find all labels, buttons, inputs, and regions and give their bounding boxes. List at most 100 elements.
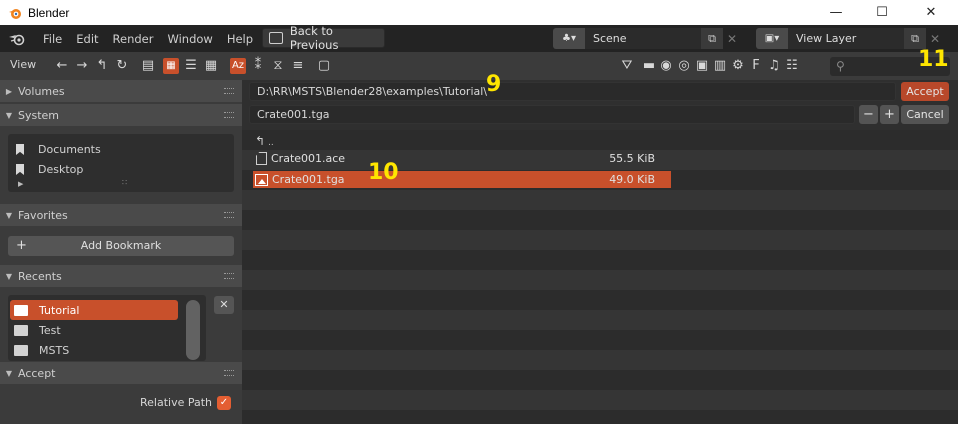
blender-menu-icon[interactable] (8, 31, 30, 47)
list-item[interactable]: Test (14, 324, 61, 337)
bookmark-icon (16, 164, 24, 175)
directory-path-input[interactable]: D:\RR\MSTS\Blender28\examples\Tutorial\ (249, 82, 896, 101)
recents-label: Recents (18, 269, 62, 283)
filter-blend-icon[interactable]: ◉ (658, 58, 674, 74)
panel-header-accept[interactable]: ▼ Accept (0, 362, 242, 384)
menu-window[interactable]: Window (160, 29, 219, 49)
minimize-button[interactable]: — (813, 0, 859, 25)
panel-header-recents[interactable]: ▼ Recents (0, 265, 242, 287)
sort-ext-icon[interactable]: ⁑ (250, 58, 266, 74)
parent-dir-icon[interactable]: ↰ (94, 58, 110, 74)
remove-recent-button[interactable]: ✕ (214, 296, 234, 314)
add-bookmark-label: Add Bookmark (80, 239, 162, 252)
decrement-filename-button[interactable]: − (859, 105, 878, 124)
filter-script-icon[interactable]: ⚙ (730, 58, 746, 74)
menu-help[interactable]: Help (220, 29, 260, 49)
bookmark-label: Desktop (38, 163, 84, 176)
file-size: 49.0 KiB (609, 173, 655, 186)
parent-dir-label: .. (268, 138, 274, 148)
list-item[interactable]: Documents (16, 143, 101, 156)
filter-text-icon[interactable]: ☷ (784, 58, 800, 74)
file-name: Crate001.tga (272, 173, 345, 186)
filter-icon[interactable]: ⛛ (619, 58, 635, 74)
new-view-layer-icon[interactable]: ⧉ (904, 28, 926, 49)
relative-path-checkbox[interactable]: ✓ (217, 396, 231, 410)
drag-handle-icon[interactable] (224, 212, 234, 218)
scene-selector: ♣▾ Scene ⧉ ✕ (553, 28, 741, 49)
filename-input[interactable]: Crate001.tga (249, 105, 855, 124)
add-bookmark-button[interactable]: + Add Bookmark (8, 236, 234, 256)
increment-filename-button[interactable]: + (880, 105, 899, 124)
menu-render[interactable]: Render (106, 29, 161, 49)
list-item[interactable]: Crate001.tga 49.0 KiB (253, 171, 671, 188)
panel-header-volumes[interactable]: ▶ Volumes (0, 80, 242, 102)
table-row (242, 370, 958, 390)
list-item[interactable]: Tutorial (14, 304, 79, 317)
view-menu[interactable]: View (10, 58, 36, 71)
back-to-previous-button[interactable]: Back to Previous (262, 24, 385, 52)
list-item[interactable]: Desktop (16, 163, 83, 176)
short-list-icon[interactable]: ☰ (183, 58, 199, 74)
filter-image-icon[interactable]: ▣ (694, 58, 710, 74)
table-row (242, 210, 958, 230)
cancel-button[interactable]: Cancel (901, 105, 949, 124)
folder-icon (14, 305, 28, 316)
long-list-icon[interactable]: ▦ (203, 58, 219, 74)
menu-file[interactable]: File (36, 29, 69, 49)
thumbnails-icon[interactable]: ▦ (163, 58, 179, 74)
blender-logo-icon (9, 8, 21, 19)
panel-header-system[interactable]: ▼ System (0, 104, 242, 126)
file-name: Crate001.ace (271, 152, 346, 165)
table-row (242, 390, 958, 410)
view-layer-dropdown-icon[interactable]: ▣▾ (756, 28, 788, 49)
maximize-button[interactable]: ☐ (859, 0, 905, 25)
arrow-right-icon[interactable]: → (74, 58, 90, 74)
scene-dropdown-icon[interactable]: ♣▾ (553, 28, 585, 49)
accept-button[interactable]: Accept (901, 82, 949, 101)
panel-header-favorites[interactable]: ▼ Favorites (0, 204, 242, 226)
table-row (242, 310, 958, 330)
file-icon (256, 152, 267, 165)
recents-scrollbar[interactable] (186, 300, 200, 360)
parent-dir-icon: ↰ (255, 134, 266, 148)
new-folder-icon[interactable]: ▤ (140, 58, 156, 74)
close-window-button[interactable]: ✕ (908, 0, 954, 25)
hidden-files-icon[interactable]: ▢ (316, 58, 332, 74)
table-row (242, 330, 958, 350)
new-scene-icon[interactable]: ⧉ (701, 28, 723, 49)
table-row (242, 230, 958, 250)
parent-directory-row[interactable]: ↰.. (255, 134, 274, 148)
filter-movie-icon[interactable]: ▥ (712, 58, 728, 74)
drag-handle-icon[interactable] (224, 88, 234, 94)
view-layer-name-field[interactable]: View Layer (788, 28, 904, 49)
refresh-icon[interactable]: ↻ (114, 58, 130, 74)
table-row (242, 250, 958, 270)
delete-scene-icon[interactable]: ✕ (723, 28, 741, 49)
expanded-triangle-icon: ▼ (5, 110, 13, 120)
filter-backup-icon[interactable]: ◎ (676, 58, 692, 74)
table-row (242, 410, 958, 424)
sort-time-icon[interactable]: ⧖ (270, 58, 286, 74)
recent-label: Tutorial (39, 304, 80, 317)
plus-icon: + (16, 238, 27, 253)
drag-handle-icon[interactable] (224, 273, 234, 279)
drag-handle-icon[interactable] (224, 370, 234, 376)
folder-icon (14, 325, 28, 336)
system-bookmark-list: Documents Desktop ▶ ∷ (8, 134, 234, 192)
filter-folder-icon[interactable]: ▬ (641, 58, 657, 74)
arrow-left-icon[interactable]: ← (54, 58, 70, 74)
sort-alpha-icon[interactable]: Az (230, 58, 246, 74)
menu-edit[interactable]: Edit (69, 29, 105, 49)
resize-grip-icon[interactable]: ∷ (122, 178, 127, 187)
sort-size-icon[interactable]: ≡ (290, 58, 306, 74)
list-item[interactable]: MSTS (14, 344, 69, 357)
filter-font-icon[interactable]: F (748, 58, 764, 74)
drag-handle-icon[interactable] (224, 112, 234, 118)
list-item[interactable]: Crate001.ace 55.5 KiB (253, 150, 671, 167)
filter-sound-icon[interactable]: ♫ (766, 58, 782, 74)
relative-path-label: Relative Path (140, 396, 213, 409)
scene-name-field[interactable]: Scene (585, 28, 701, 49)
main-menu-bar: File Edit Render Window Help Back to Pre… (0, 24, 958, 52)
delete-view-layer-icon[interactable]: ✕ (926, 28, 944, 49)
expand-list-icon[interactable]: ▶ (18, 180, 23, 188)
